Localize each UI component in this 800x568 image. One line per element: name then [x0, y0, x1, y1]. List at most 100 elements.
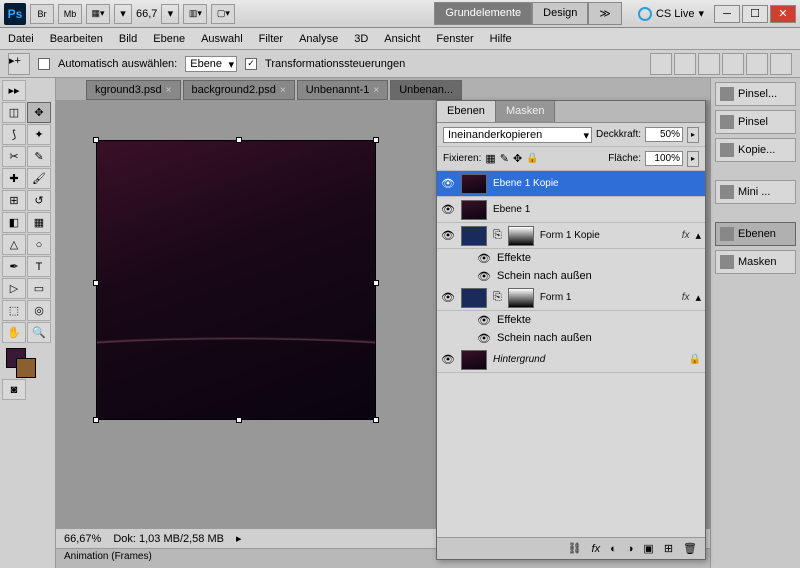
- visibility-icon[interactable]: 👁: [441, 291, 455, 305]
- menu-bearbeiten[interactable]: Bearbeiten: [50, 33, 103, 45]
- layer-thumb[interactable]: [461, 350, 487, 370]
- vector-link-icon[interactable]: ⎘: [493, 291, 502, 304]
- layer-row[interactable]: 👁 Ebene 1: [437, 197, 705, 223]
- dock-ebenen[interactable]: Ebenen: [715, 222, 796, 246]
- align-6[interactable]: [770, 53, 792, 75]
- menu-bild[interactable]: Bild: [119, 33, 137, 45]
- view-extras-button[interactable]: ▦▾: [86, 4, 110, 24]
- chevron-up-icon[interactable]: ▴: [695, 229, 701, 242]
- align-2[interactable]: [674, 53, 696, 75]
- transform-handle[interactable]: [373, 417, 379, 423]
- layer-row[interactable]: 👁 ⎘ Form 1 Kopie fx▴: [437, 223, 705, 249]
- transform-handle[interactable]: [373, 137, 379, 143]
- workspace-design[interactable]: Design: [532, 2, 588, 25]
- minimize-button[interactable]: ─: [714, 5, 740, 23]
- layer-row[interactable]: 👁 Hintergrund 🔒: [437, 347, 705, 373]
- 3d-camera-tool[interactable]: ◎: [27, 300, 51, 321]
- 3d-tool[interactable]: ⬚: [2, 300, 26, 321]
- pen-tool[interactable]: ✒: [2, 256, 26, 277]
- arrange-button[interactable]: ▥▾: [183, 4, 207, 24]
- doctab-2[interactable]: background2.psd×: [183, 80, 295, 100]
- zoom-arrow[interactable]: ▾: [161, 4, 179, 24]
- visibility-icon[interactable]: 👁: [441, 353, 455, 367]
- crop-tool[interactable]: ✂: [2, 146, 26, 167]
- doctab-1[interactable]: kground3.psd×: [86, 80, 181, 100]
- layer-mask-icon[interactable]: ◐: [610, 543, 617, 555]
- mask-thumb[interactable]: [508, 226, 534, 246]
- tab-masken[interactable]: Masken: [496, 101, 556, 122]
- menu-analyse[interactable]: Analyse: [299, 33, 338, 45]
- marquee-tool[interactable]: ◫: [2, 102, 26, 123]
- doctab-3[interactable]: Unbenannt-1×: [297, 80, 388, 100]
- effects-row[interactable]: 👁Effekte: [437, 249, 705, 267]
- visibility-icon[interactable]: 👁: [477, 331, 491, 345]
- lock-pixels-icon[interactable]: ▦: [485, 152, 495, 165]
- brush-tool[interactable]: 🖌: [27, 168, 51, 189]
- doctab-4[interactable]: Unbenan...: [390, 80, 462, 100]
- menu-fenster[interactable]: Fenster: [436, 33, 473, 45]
- wand-tool[interactable]: ✦: [27, 124, 51, 145]
- effects-row[interactable]: 👁Effekte: [437, 311, 705, 329]
- maximize-button[interactable]: ☐: [742, 5, 768, 23]
- close-icon[interactable]: ×: [373, 85, 379, 96]
- blend-mode-select[interactable]: Ineinanderkopieren: [443, 127, 592, 143]
- status-arrow-icon[interactable]: ▸: [236, 532, 242, 545]
- delete-layer-icon[interactable]: 🗑: [683, 542, 697, 555]
- gradient-tool[interactable]: ▦: [27, 212, 51, 233]
- layer-row[interactable]: 👁 ⎘ Form 1 fx▴: [437, 285, 705, 311]
- fill-input[interactable]: [645, 151, 683, 166]
- transform-handle[interactable]: [373, 280, 379, 286]
- type-tool[interactable]: T: [27, 256, 51, 277]
- visibility-icon[interactable]: 👁: [477, 313, 491, 327]
- minibridge-button[interactable]: Mb: [58, 4, 82, 24]
- stamp-tool[interactable]: ⊞: [2, 190, 26, 211]
- toolbox-collapse[interactable]: ▸▸: [2, 80, 26, 101]
- canvas[interactable]: [96, 140, 376, 420]
- effect-outer-glow[interactable]: 👁Schein nach außen: [437, 329, 705, 347]
- menu-hilfe[interactable]: Hilfe: [490, 33, 512, 45]
- visibility-icon[interactable]: 👁: [441, 203, 455, 217]
- new-layer-icon[interactable]: ⊞: [664, 542, 673, 555]
- menu-ansicht[interactable]: Ansicht: [384, 33, 420, 45]
- screenmode-button[interactable]: ▢▾: [211, 4, 235, 24]
- workspace-essentials[interactable]: Grundelemente: [434, 2, 532, 25]
- fx-badge[interactable]: fx: [682, 292, 690, 303]
- menu-3d[interactable]: 3D: [354, 33, 368, 45]
- autoselect-checkbox[interactable]: [38, 58, 50, 70]
- fill-flyout[interactable]: ▸: [687, 151, 699, 167]
- bridge-button[interactable]: Br: [30, 4, 54, 24]
- align-1[interactable]: [650, 53, 672, 75]
- eyedropper-tool[interactable]: ✎: [27, 146, 51, 167]
- mask-thumb[interactable]: [508, 288, 534, 308]
- visibility-icon[interactable]: 👁: [441, 177, 455, 191]
- dock-pinsel[interactable]: Pinsel: [715, 110, 796, 134]
- group-icon[interactable]: ▣: [643, 542, 653, 555]
- layer-thumb[interactable]: [461, 288, 487, 308]
- visibility-icon[interactable]: 👁: [477, 251, 491, 265]
- workspace-more[interactable]: ≫: [588, 2, 622, 25]
- blur-tool[interactable]: △: [2, 234, 26, 255]
- align-4[interactable]: [722, 53, 744, 75]
- zoom-status[interactable]: 66,67%: [64, 533, 101, 545]
- move-tool-preset[interactable]: ▸+: [8, 53, 30, 75]
- transform-handle[interactable]: [236, 417, 242, 423]
- tab-ebenen[interactable]: Ebenen: [437, 101, 496, 122]
- visibility-icon[interactable]: 👁: [477, 269, 491, 283]
- hand-tool[interactable]: ✋: [2, 322, 26, 343]
- transform-handle[interactable]: [93, 280, 99, 286]
- move-tool[interactable]: ✥: [27, 102, 51, 123]
- dodge-tool[interactable]: ○: [27, 234, 51, 255]
- effect-outer-glow[interactable]: 👁Schein nach außen: [437, 267, 705, 285]
- quickmask-button[interactable]: ◙: [2, 379, 26, 400]
- zoom-tool[interactable]: 🔍: [27, 322, 51, 343]
- close-icon[interactable]: ×: [166, 85, 172, 96]
- layer-style-icon[interactable]: fx: [592, 543, 601, 555]
- opacity-input[interactable]: [645, 127, 683, 142]
- chevron-up-icon[interactable]: ▴: [695, 291, 701, 304]
- transform-handle[interactable]: [93, 417, 99, 423]
- layer-thumb[interactable]: [461, 200, 487, 220]
- fx-badge[interactable]: fx: [682, 230, 690, 241]
- layer-thumb[interactable]: [461, 226, 487, 246]
- heal-tool[interactable]: ✚: [2, 168, 26, 189]
- lock-all-icon[interactable]: 🔒: [526, 153, 538, 164]
